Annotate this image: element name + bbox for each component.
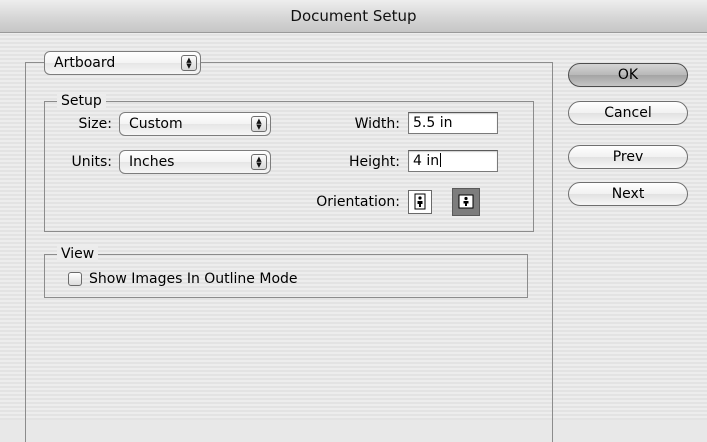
setup-legend: Setup <box>57 93 106 109</box>
portrait-orientation-button[interactable] <box>408 190 432 214</box>
prev-button[interactable]: Prev <box>568 145 688 169</box>
size-popup-value: Custom <box>129 116 183 132</box>
units-popup[interactable]: Inches ▲ ▼ <box>119 150 271 174</box>
size-label: Size: <box>78 116 112 132</box>
units-label: Units: <box>71 154 112 170</box>
section-popup[interactable]: Artboard ▲ ▼ <box>44 51 201 75</box>
height-label: Height: <box>349 154 400 170</box>
cancel-button[interactable]: Cancel <box>568 101 688 125</box>
document-setup-dialog: Document Setup Artboard ▲ ▼ Setup Size: C… <box>0 0 707 442</box>
view-legend: View <box>57 246 99 262</box>
height-field[interactable]: 4 in <box>408 150 498 172</box>
height-field-value: 4 in <box>413 153 440 169</box>
width-label: Width: <box>354 116 400 132</box>
up-down-arrows-icon: ▲ ▼ <box>251 154 267 170</box>
up-down-arrows-icon: ▲ ▼ <box>181 55 197 71</box>
next-button[interactable]: Next <box>568 182 688 206</box>
landscape-orientation-button[interactable] <box>452 188 480 216</box>
window-title: Document Setup <box>0 0 707 33</box>
show-images-checkbox[interactable] <box>68 272 82 286</box>
ok-button[interactable]: OK <box>568 63 688 87</box>
orientation-label: Orientation: <box>316 194 400 210</box>
width-field[interactable]: 5.5 in <box>408 112 498 134</box>
landscape-orientation-icon <box>458 194 474 209</box>
show-images-label[interactable]: Show Images In Outline Mode <box>89 270 298 288</box>
units-popup-value: Inches <box>129 154 175 170</box>
size-popup[interactable]: Custom ▲ ▼ <box>119 112 271 136</box>
portrait-orientation-icon <box>414 193 426 210</box>
width-field-value: 5.5 in <box>413 115 453 131</box>
text-caret <box>440 153 442 167</box>
section-popup-value: Artboard <box>54 55 116 71</box>
up-down-arrows-icon: ▲ ▼ <box>251 116 267 132</box>
